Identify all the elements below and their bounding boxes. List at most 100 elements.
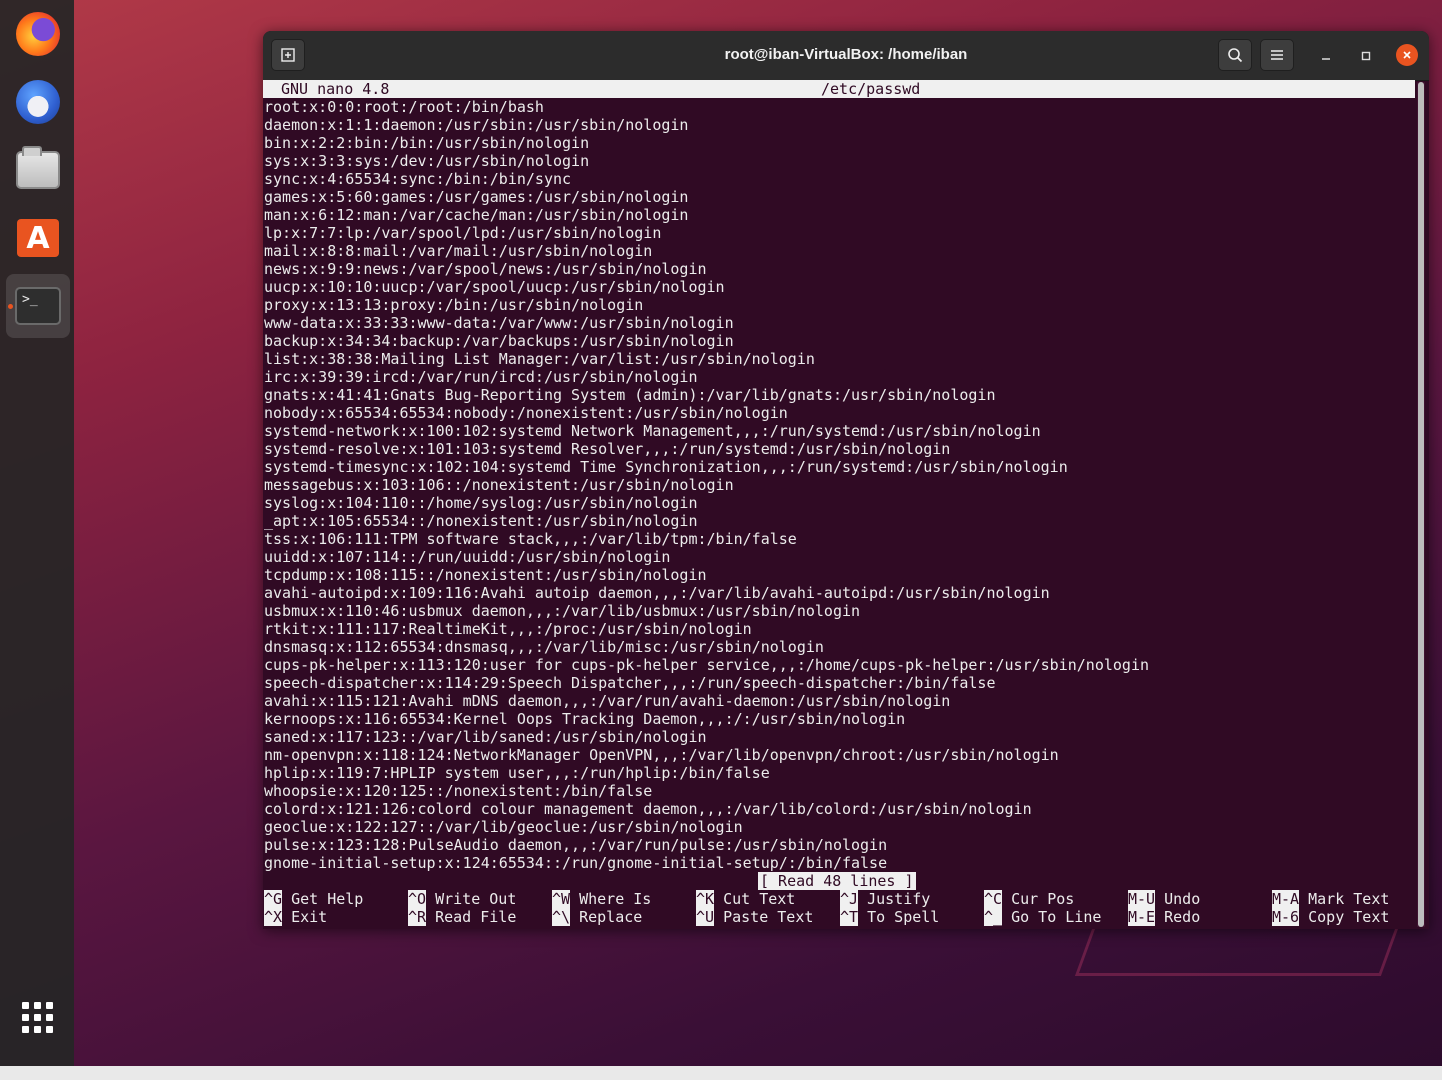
shortcut-label: Replace [579,908,643,926]
dock-item-firefox[interactable] [6,2,70,66]
file-line[interactable]: systemd-network:x:100:102:systemd Networ… [263,422,1415,440]
file-line[interactable]: geoclue:x:122:127::/var/lib/geoclue:/usr… [263,818,1415,836]
shortcut-key: ^O [408,890,427,908]
file-line[interactable]: nobody:x:65534:65534:nobody:/nonexistent… [263,404,1415,422]
file-line[interactable]: syslog:x:104:110::/home/syslog:/usr/sbin… [263,494,1415,512]
shortcut-item: ^C Cur Pos [984,890,1074,908]
shortcut-row-1: ^G Get Help ^O Write Out ^W Where Is ^K Cut… [263,890,1415,908]
dock-item-terminal[interactable]: >_ [6,274,70,338]
nano-header: GNU nano 4.8 /etc/passwd [263,80,1415,98]
file-line[interactable]: rtkit:x:111:117:RealtimeKit,,,:/proc:/us… [263,620,1415,638]
files-icon [16,146,60,189]
menu-button[interactable] [1260,39,1294,71]
scrollbar-thumb[interactable] [1418,82,1424,927]
file-line[interactable]: speech-dispatcher:x:114:29:Speech Dispat… [263,674,1415,692]
shortcut-key: ^G [264,890,283,908]
file-line[interactable]: gnome-initial-setup:x:124:65534::/run/gn… [263,854,1415,872]
file-line[interactable]: colord:x:121:126:colord colour managemen… [263,800,1415,818]
shortcut-label: Paste Text [723,908,814,926]
file-line[interactable]: bin:x:2:2:bin:/bin:/usr/sbin/nologin [263,134,1415,152]
shortcut-key: ^K [696,890,715,908]
dock-item-files[interactable] [6,138,70,202]
shortcut-key: M-6 [1272,908,1300,926]
file-line[interactable]: messagebus:x:103:106::/nonexistent:/usr/… [263,476,1415,494]
maximize-button[interactable] [1356,46,1376,66]
file-line[interactable]: irc:x:39:39:ircd:/var/run/ircd:/usr/sbin… [263,368,1415,386]
file-line[interactable]: backup:x:34:34:backup:/var/backups:/usr/… [263,332,1415,350]
file-content[interactable]: root:x:0:0:root:/root:/bin/bash daemon:x:… [263,98,1415,872]
file-line[interactable]: avahi:x:115:121:Avahi mDNS daemon,,,:/va… [263,692,1415,710]
file-line[interactable]: nm-openvpn:x:118:124:NetworkManager Open… [263,746,1415,764]
software-store-icon: A [17,219,59,257]
show-applications-icon[interactable] [22,1002,54,1034]
file-line[interactable]: _apt:x:105:65534::/nonexistent:/usr/sbin… [263,512,1415,530]
firefox-icon [16,12,60,56]
status-message: [ Read 48 lines ] [758,872,916,890]
file-line[interactable]: whoopsie:x:120:125::/nonexistent:/bin/fa… [263,782,1415,800]
shortcut-label: Exit [291,908,328,926]
shortcut-item: ^\ Replace [552,908,642,926]
minimize-icon [1322,58,1330,60]
dock-item-thunderbird[interactable] [6,70,70,134]
titlebar: root@iban-VirtualBox: /home/iban [263,31,1429,81]
shortcut-key: ^X [264,908,283,926]
running-indicator [8,304,13,309]
shortcut-key: M-A [1272,890,1300,908]
scrollbar[interactable] [1417,82,1425,927]
file-line[interactable]: www-data:x:33:33:www-data:/var/www:/usr/… [263,314,1415,332]
minimize-button[interactable] [1316,46,1336,66]
search-button[interactable] [1218,39,1252,71]
file-line[interactable]: proxy:x:13:13:proxy:/bin:/usr/sbin/nolog… [263,296,1415,314]
terminal-content[interactable]: GNU nano 4.8 /etc/passwd root:x:0:0:root… [263,80,1415,929]
shortcut-label: Cur Pos [1011,890,1075,908]
terminal-window: root@iban-VirtualBox: /home/iban GNU nan… [263,31,1429,929]
file-line[interactable]: sys:x:3:3:sys:/dev:/usr/sbin/nologin [263,152,1415,170]
file-line[interactable]: tcpdump:x:108:115::/nonexistent:/usr/sbi… [263,566,1415,584]
file-line[interactable]: saned:x:117:123::/var/lib/saned:/usr/sbi… [263,728,1415,746]
file-line[interactable]: hplip:x:119:7:HPLIP system user,,,:/run/… [263,764,1415,782]
file-line[interactable]: systemd-timesync:x:102:104:systemd Time … [263,458,1415,476]
file-line[interactable]: avahi-autoipd:x:109:116:Avahi autoip dae… [263,584,1415,602]
file-line[interactable]: uucp:x:10:10:uucp:/var/spool/uucp:/usr/s… [263,278,1415,296]
shortcut-key: ^\ [552,908,571,926]
shortcut-label: Cut Text [723,890,796,908]
file-line[interactable]: daemon:x:1:1:daemon:/usr/sbin:/usr/sbin/… [263,116,1415,134]
nano-filename: /etc/passwd [821,80,921,98]
file-line[interactable]: gnats:x:41:41:Gnats Bug-Reporting System… [263,386,1415,404]
maximize-icon [1361,51,1371,61]
file-line[interactable]: dnsmasq:x:112:65534:dnsmasq,,,:/var/lib/… [263,638,1415,656]
shortcut-label: Justify [867,890,931,908]
shortcut-item: M-U Undo [1128,890,1200,908]
dock-item-ubuntu-software[interactable]: A [6,206,70,270]
file-line[interactable]: man:x:6:12:man:/var/cache/man:/usr/sbin/… [263,206,1415,224]
file-line[interactable]: uuidd:x:107:114::/run/uuidd:/usr/sbin/no… [263,548,1415,566]
file-line[interactable]: cups-pk-helper:x:113:120:user for cups-p… [263,656,1415,674]
window-title: root@iban-VirtualBox: /home/iban [724,46,968,63]
file-line[interactable]: mail:x:8:8:mail:/var/mail:/usr/sbin/nolo… [263,242,1415,260]
shortcut-item: ^_ Go To Line [984,908,1101,926]
shortcut-item: ^U Paste Text [696,908,813,926]
file-line[interactable]: pulse:x:123:128:PulseAudio daemon,,,:/va… [263,836,1415,854]
shortcut-item: ^G Get Help [264,890,363,908]
file-line[interactable]: games:x:5:60:games:/usr/games:/usr/sbin/… [263,188,1415,206]
file-line[interactable]: root:x:0:0:root:/root:/bin/bash [263,98,1415,116]
file-line[interactable]: lp:x:7:7:lp:/var/spool/lpd:/usr/sbin/nol… [263,224,1415,242]
file-line[interactable]: kernoops:x:116:65534:Kernel Oops Trackin… [263,710,1415,728]
shortcut-key: ^T [840,908,859,926]
shortcut-label: To Spell [867,908,940,926]
file-line[interactable]: sync:x:4:65534:sync:/bin:/bin/sync [263,170,1415,188]
terminal-icon: >_ [15,287,61,325]
shortcut-item: ^O Write Out [408,890,516,908]
shortcut-label: Write Out [435,890,517,908]
shortcut-label: Redo [1164,908,1201,926]
status-line: [ Read 48 lines ] [263,872,1415,890]
shortcut-item: M-6 Copy Text [1272,908,1389,926]
file-line[interactable]: news:x:9:9:news:/var/spool/news:/usr/sbi… [263,260,1415,278]
file-line[interactable]: usbmux:x:110:46:usbmux daemon,,,:/var/li… [263,602,1415,620]
file-line[interactable]: tss:x:106:111:TPM software stack,,,:/var… [263,530,1415,548]
file-line[interactable]: list:x:38:38:Mailing List Manager:/var/l… [263,350,1415,368]
shortcut-label: Mark Text [1308,890,1390,908]
shortcut-key: ^W [552,890,571,908]
file-line[interactable]: systemd-resolve:x:101:103:systemd Resolv… [263,440,1415,458]
close-button[interactable] [1396,44,1418,66]
